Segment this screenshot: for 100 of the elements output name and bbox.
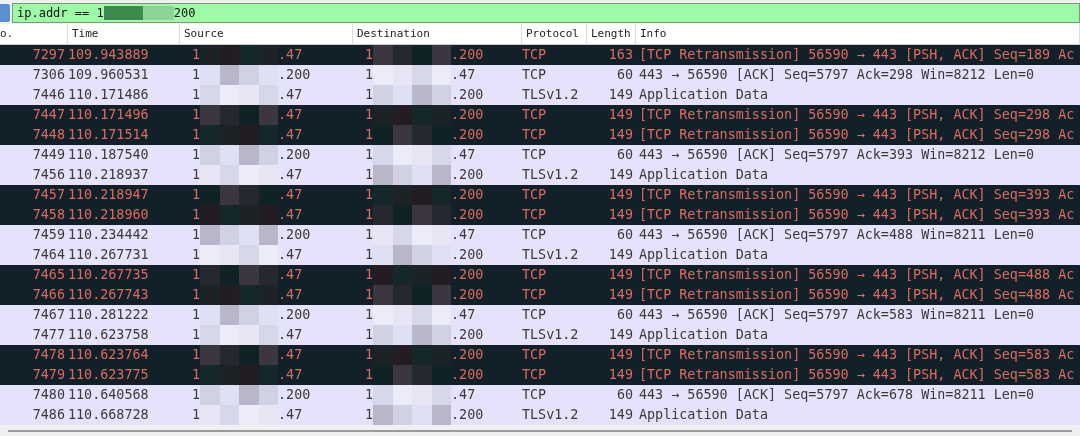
packet-row[interactable]: 7449 110.187540 1 .200 1 .47 TCP 60 443 → 56590 [ACK] Seq=5797 Ack=393 Win=8212 Len=0 xyxy=(0,145,1080,165)
redaction-block xyxy=(103,6,174,20)
protocol: TCP xyxy=(522,286,548,304)
source-address: .200 xyxy=(278,226,311,244)
packet-info: [TCP Retransmission] 56590 → 443 [PSH, ACK] Seq=298 Ac xyxy=(638,126,1076,144)
destination-address: .200 xyxy=(451,286,484,304)
packet-row[interactable]: 7479 110.623775 1 .47 1 .200 TCP 149 [TCP Retransmission] 56590 → 443 [PSH, ACK] Seq=583 Ac xyxy=(0,365,1080,385)
destination-address: .200 xyxy=(451,266,484,284)
source-address: 1 xyxy=(192,86,201,104)
column-header[interactable]: Destination xyxy=(353,24,522,44)
packet-time: 110.623758 xyxy=(68,326,150,344)
source-address: 1 xyxy=(192,266,201,284)
packet-number: 7459 xyxy=(31,226,66,244)
packet-number: 7466 xyxy=(31,286,66,304)
packet-row[interactable]: 7465 110.267735 1 .47 1 .200 TCP 149 [TCP Retransmission] 56590 → 443 [PSH, ACK] Seq=488 Ac xyxy=(0,265,1080,285)
source-address: 1 xyxy=(192,386,201,404)
packet-row[interactable]: 7477 110.623758 1 .47 1 .200 TLSv1.2 149 Application Data xyxy=(0,325,1080,345)
packet-row[interactable]: 7456 110.218937 1 .47 1 .200 TLSv1.2 149 Application Data xyxy=(0,165,1080,185)
display-filter-field[interactable]: ip.addr == 1 200 xyxy=(12,3,1080,23)
source-address: 1 xyxy=(192,366,201,384)
packet-number: 7479 xyxy=(31,366,66,384)
protocol: TLSv1.2 xyxy=(522,166,580,184)
destination-address: 1 xyxy=(365,186,374,204)
packet-info: 443 → 56590 [ACK] Seq=5797 Ack=393 Win=8212 Len=0 xyxy=(638,146,1036,164)
packet-info: 443 → 56590 [ACK] Seq=5797 Ack=298 Win=8212 Len=0 xyxy=(638,66,1036,84)
source-address: 1 xyxy=(192,126,201,144)
packet-row[interactable]: 7297 109.943889 1 .47 1 .200 TCP 163 [TCP Retransmission] 56590 → 443 [PSH, ACK] Seq=189 Ac xyxy=(0,45,1080,65)
destination-address: .200 xyxy=(451,346,484,364)
source-address: .47 xyxy=(278,206,303,224)
packet-row[interactable]: 7478 110.623764 1 .47 1 .200 TCP 149 [TCP Retransmission] 56590 → 443 [PSH, ACK] Seq=583 Ac xyxy=(0,345,1080,365)
column-header[interactable]: o. xyxy=(0,24,68,44)
column-header[interactable]: Protocol xyxy=(522,24,587,44)
packet-number: 7477 xyxy=(31,326,66,344)
destination-address: .200 xyxy=(451,206,484,224)
packet-number: 7465 xyxy=(31,266,66,284)
packet-row[interactable]: 7486 110.668728 1 .47 1 .200 TLSv1.2 149 Application Data xyxy=(0,405,1080,425)
destination-address: .200 xyxy=(451,86,484,104)
source-address: .200 xyxy=(278,146,311,164)
destination-address: 1 xyxy=(365,106,374,124)
packet-row[interactable]: 7446 110.171486 1 .47 1 .200 TLSv1.2 149 Application Data xyxy=(0,85,1080,105)
destination-address: .47 xyxy=(451,66,476,84)
packet-length: 60 xyxy=(615,66,634,84)
column-header[interactable]: Source xyxy=(180,24,353,44)
destination-address: .200 xyxy=(451,46,484,64)
destination-address: .47 xyxy=(451,226,476,244)
packet-info: Application Data xyxy=(638,246,769,264)
packet-row[interactable]: 7464 110.267731 1 .47 1 .200 TLSv1.2 149 Application Data xyxy=(0,245,1080,265)
destination-address: 1 xyxy=(365,226,374,244)
packet-info: [TCP Retransmission] 56590 → 443 [PSH, ACK] Seq=488 Ac xyxy=(638,266,1076,284)
protocol: TLSv1.2 xyxy=(522,246,580,264)
packet-length: 149 xyxy=(607,126,634,144)
packet-row[interactable]: 7480 110.640568 1 .200 1 .47 TCP 60 443 → 56590 [ACK] Seq=5797 Ack=678 Win=8211 Len=0 xyxy=(0,385,1080,405)
protocol: TCP xyxy=(522,386,548,404)
source-address: 1 xyxy=(192,46,201,64)
source-address: 1 xyxy=(192,346,201,364)
packet-info: [TCP Retransmission] 56590 → 443 [PSH, ACK] Seq=583 Ac xyxy=(638,366,1076,384)
packet-row[interactable]: 7447 110.171496 1 .47 1 .200 TCP 149 [TCP Retransmission] 56590 → 443 [PSH, ACK] Seq=298 Ac xyxy=(0,105,1080,125)
destination-address: 1 xyxy=(365,306,374,324)
packet-row[interactable]: 7448 110.171514 1 .47 1 .200 TCP 149 [TCP Retransmission] 56590 → 443 [PSH, ACK] Seq=298 Ac xyxy=(0,125,1080,145)
source-address: 1 xyxy=(192,106,201,124)
protocol: TCP xyxy=(522,266,548,284)
source-address: .47 xyxy=(278,266,303,284)
source-address: .47 xyxy=(278,286,303,304)
packet-info: [TCP Retransmission] 56590 → 443 [PSH, ACK] Seq=298 Ac xyxy=(638,106,1076,124)
packet-number: 7480 xyxy=(31,386,66,404)
protocol: TCP xyxy=(522,146,548,164)
destination-address: 1 xyxy=(365,206,374,224)
packet-row[interactable]: 7466 110.267743 1 .47 1 .200 TCP 149 [TCP Retransmission] 56590 → 443 [PSH, ACK] Seq=488 Ac xyxy=(0,285,1080,305)
source-address: 1 xyxy=(192,286,201,304)
destination-address: 1 xyxy=(365,346,374,364)
source-address: .200 xyxy=(278,386,311,404)
packet-number: 7446 xyxy=(31,86,66,104)
column-header[interactable]: Length xyxy=(587,24,636,44)
packet-row[interactable]: 7458 110.218960 1 .47 1 .200 TCP 149 [TCP Retransmission] 56590 → 443 [PSH, ACK] Seq=393 Ac xyxy=(0,205,1080,225)
packet-time: 110.281222 xyxy=(68,306,150,324)
packet-info: Application Data xyxy=(638,86,769,104)
column-header[interactable]: Time xyxy=(68,24,180,44)
packet-info: Application Data xyxy=(638,326,769,344)
packet-row[interactable]: 7459 110.234442 1 .200 1 .47 TCP 60 443 → 56590 [ACK] Seq=5797 Ack=488 Win=8211 Len=0 xyxy=(0,225,1080,245)
packet-length: 60 xyxy=(615,306,634,324)
protocol: TCP xyxy=(522,186,548,204)
packet-info: Application Data xyxy=(638,406,769,424)
packet-info: Application Data xyxy=(638,166,769,184)
source-address: .47 xyxy=(278,246,303,264)
packet-row[interactable]: 7457 110.218947 1 .47 1 .200 TCP 149 [TCP Retransmission] 56590 → 443 [PSH, ACK] Seq=393 Ac xyxy=(0,185,1080,205)
destination-address: .200 xyxy=(451,406,484,424)
protocol: TCP xyxy=(522,366,548,384)
column-header[interactable]: Info xyxy=(636,24,1080,44)
packet-length: 60 xyxy=(615,226,634,244)
packet-row[interactable]: 7306 109.960531 1 .200 1 .47 TCP 60 443 → 56590 [ACK] Seq=5797 Ack=298 Win=8212 Len=0 xyxy=(0,65,1080,85)
destination-address: 1 xyxy=(365,126,374,144)
destination-address: .200 xyxy=(451,326,484,344)
packet-time: 110.187540 xyxy=(68,146,150,164)
packet-length: 149 xyxy=(607,206,634,224)
packet-info: [TCP Retransmission] 56590 → 443 [PSH, ACK] Seq=488 Ac xyxy=(638,286,1076,304)
packet-number: 7456 xyxy=(31,166,66,184)
destination-address: 1 xyxy=(365,246,374,264)
packet-row[interactable]: 7467 110.281222 1 .200 1 .47 TCP 60 443 → 56590 [ACK] Seq=5797 Ack=583 Win=8211 Len=0 xyxy=(0,305,1080,325)
destination-address: 1 xyxy=(365,286,374,304)
packet-length: 149 xyxy=(607,106,634,124)
